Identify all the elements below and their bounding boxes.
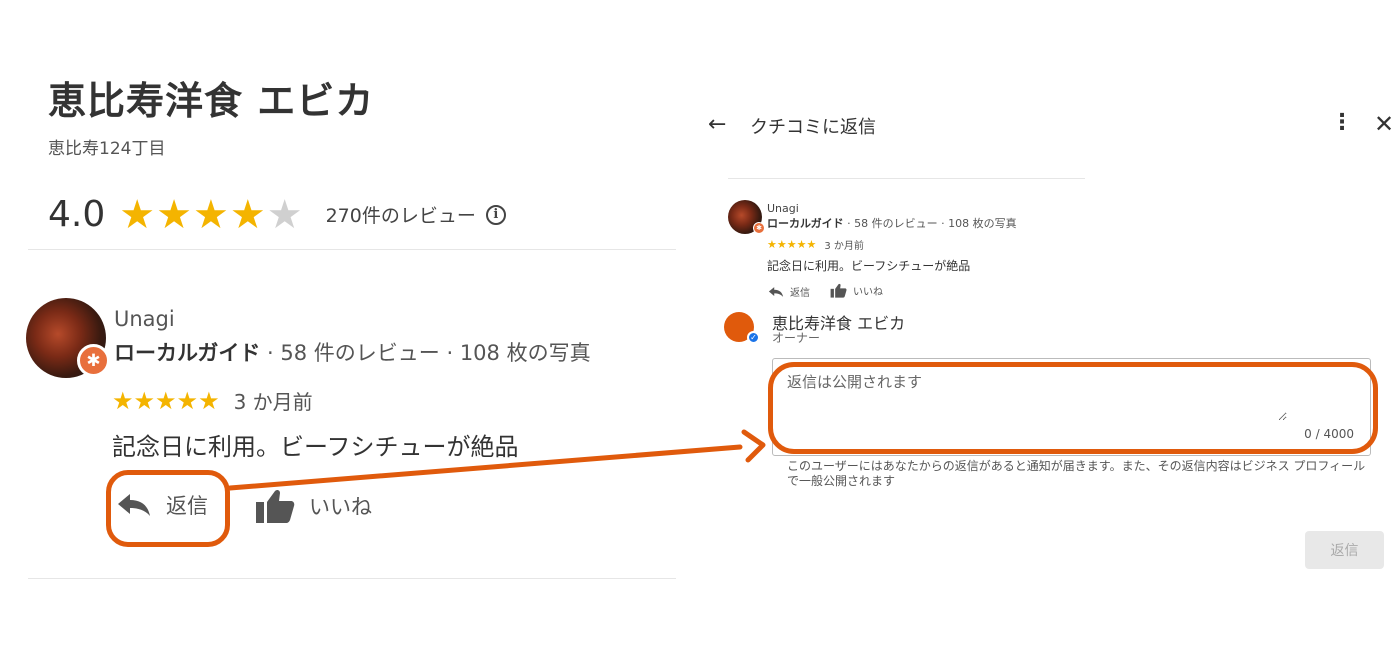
review-text: 記念日に利用。ビーフシチューが絶品	[767, 259, 971, 273]
local-guide-label: ローカルガイド	[767, 217, 844, 230]
back-arrow-icon[interactable]: ←	[708, 112, 726, 137]
reply-button[interactable]: 返信	[768, 284, 810, 299]
close-icon[interactable]: ✕	[1374, 110, 1394, 138]
reply-icon	[768, 286, 784, 297]
verified-check-icon: ✓	[747, 331, 760, 344]
reply-dialog: ← クチコミに返信 ⋮ ✕ ✱ Unagi ローカルガイド · 58 件のレビュ…	[690, 0, 1400, 664]
local-guide-badge-icon: ✱	[753, 222, 765, 234]
submit-reply-button[interactable]: 返信	[1305, 531, 1384, 569]
reviewer-name[interactable]: Unagi	[767, 202, 799, 215]
textarea-highlight-callout	[768, 362, 1378, 454]
reviewer-meta: ローカルガイド · 58 件のレビュー · 108 枚の写真	[767, 215, 1017, 231]
thumbs-up-icon	[830, 283, 847, 298]
review-rating-row: ★★★★★ 3 か月前	[767, 237, 864, 252]
dialog-title: クチコミに返信	[750, 117, 876, 138]
review-stars: ★★★★★	[767, 238, 817, 251]
reviewer-stats: · 58 件のレビュー · 108 枚の写真	[843, 217, 1017, 230]
like-button[interactable]: いいね	[830, 283, 883, 298]
reply-label: 返信	[790, 288, 810, 299]
review-time: 3 か月前	[824, 241, 864, 252]
like-label: いいね	[853, 287, 883, 298]
divider	[728, 178, 1085, 179]
more-vert-icon[interactable]: ⋮	[1331, 112, 1353, 134]
reply-notice: このユーザーにはあなたからの返信があると通知が届きます。また、その返信内容はビジ…	[787, 459, 1366, 488]
owner-role: オーナー	[772, 331, 821, 345]
